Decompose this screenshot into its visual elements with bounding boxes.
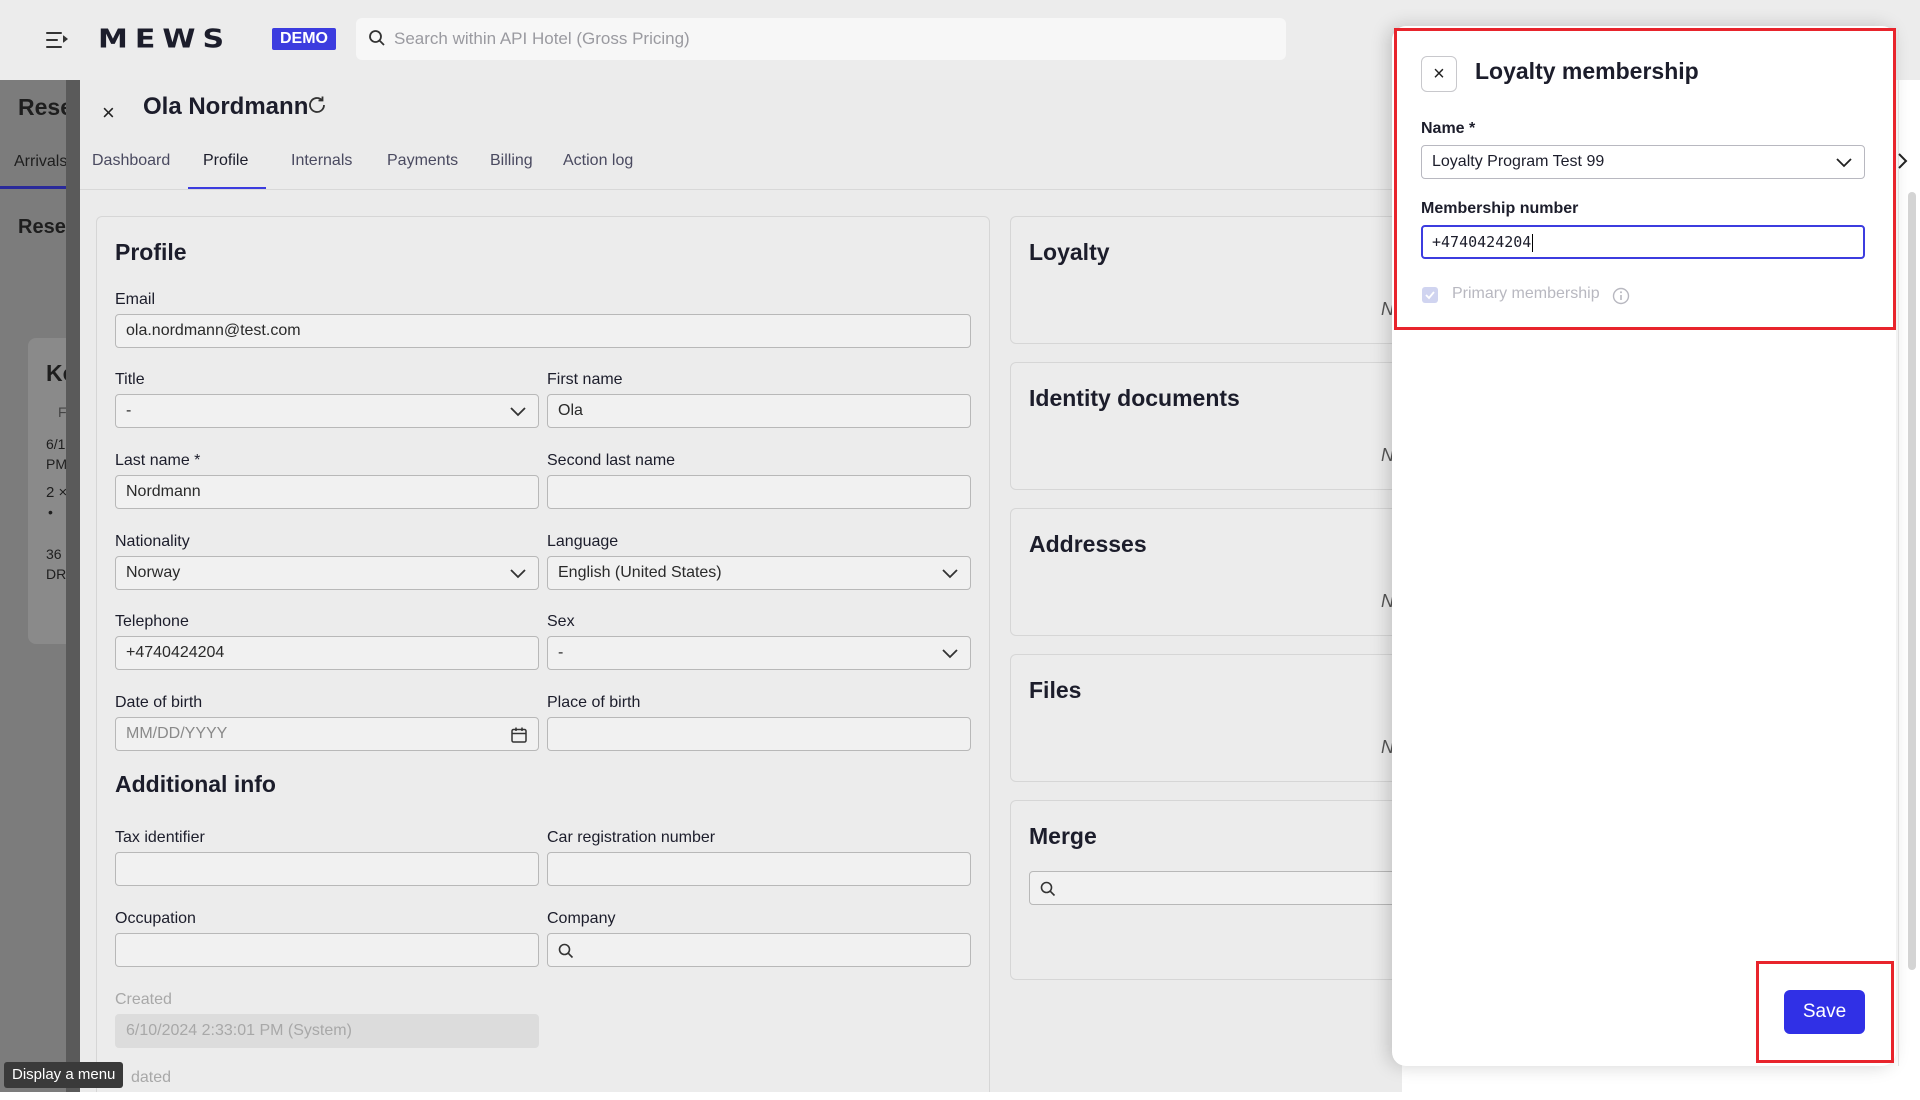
card-time: PM	[46, 456, 67, 472]
tab-underline	[0, 186, 66, 189]
background-page: Rese Arrivals Rese Ko Fi 6/1 PM 2 × • 36…	[0, 80, 80, 1092]
guest-name: Ola Nordmann	[143, 93, 309, 120]
global-search-input[interactable]: Search within API Hotel (Gross Pricing)	[356, 18, 1286, 60]
created-label: Created	[115, 991, 172, 1008]
second-last-name-field[interactable]	[547, 475, 971, 509]
chevron-down-icon	[942, 649, 958, 659]
search-placeholder: Search within API Hotel (Gross Pricing)	[394, 29, 690, 48]
company-search-field[interactable]	[547, 933, 971, 967]
card-date: 6/1	[46, 436, 66, 452]
created-field: 6/10/2024 2:33:01 PM (System)	[115, 1014, 539, 1048]
nationality-value: Norway	[126, 564, 181, 581]
nationality-select[interactable]: Norway	[115, 556, 539, 590]
tab-dashboard[interactable]: Dashboard	[92, 152, 170, 170]
menu-icon[interactable]	[44, 26, 72, 54]
chevron-down-icon	[510, 407, 526, 417]
bottom-strip	[0, 1092, 1920, 1100]
card-number: 36	[46, 546, 62, 562]
identity-documents-title: Identity documents	[1029, 385, 1240, 411]
pob-label: Place of birth	[547, 694, 641, 711]
first-name-field[interactable]: Ola	[547, 394, 971, 428]
nationality-label: Nationality	[115, 533, 190, 550]
language-label: Language	[547, 533, 619, 550]
search-icon	[369, 30, 385, 46]
chevron-down-icon	[942, 569, 958, 579]
demo-badge: DEMO	[272, 28, 336, 50]
chevron-down-icon	[510, 569, 526, 579]
dob-label: Date of birth	[115, 694, 203, 711]
loyalty-card: Loyalty N	[1010, 216, 1430, 344]
drawer-edge	[1898, 30, 1899, 1066]
addresses-title: Addresses	[1029, 531, 1147, 557]
tab-billing[interactable]: Billing	[490, 152, 533, 170]
tab-action-log[interactable]: Action log	[563, 152, 633, 170]
mews-logo[interactable]: MEWS	[98, 25, 231, 55]
tabs-divider	[80, 189, 1402, 190]
tax-label: Tax identifier	[115, 829, 205, 846]
first-name-label: First name	[547, 371, 623, 388]
identity-documents-card: Identity documents N	[1010, 362, 1430, 490]
title-select[interactable]: -	[115, 394, 539, 428]
telephone-label: Telephone	[115, 613, 189, 630]
car-label: Car registration number	[547, 829, 716, 846]
merge-title: Merge	[1029, 823, 1097, 849]
last-name-field[interactable]: Nordmann	[115, 475, 539, 509]
place-of-birth-field[interactable]	[547, 717, 971, 751]
language-select[interactable]: English (United States)	[547, 556, 971, 590]
profile-card: Profile Email ola.nordmann@test.com Titl…	[96, 216, 990, 1100]
title-value: -	[126, 402, 132, 419]
tab-payments[interactable]: Payments	[387, 152, 458, 170]
date-of-birth-field[interactable]: MM/DD/YYYY	[115, 717, 539, 751]
merge-search-field[interactable]	[1029, 871, 1431, 905]
search-icon	[558, 943, 574, 959]
close-profile-button[interactable]: ×	[102, 100, 115, 126]
tab-arrivals[interactable]: Arrivals	[14, 153, 67, 171]
background-heading: Rese	[18, 94, 73, 120]
language-value: English (United States)	[558, 564, 722, 581]
tax-identifier-field[interactable]	[115, 852, 539, 886]
email-field[interactable]: ola.nordmann@test.com	[115, 314, 971, 348]
car-registration-field[interactable]	[547, 852, 971, 886]
files-title: Files	[1029, 677, 1082, 703]
loyalty-title: Loyalty	[1029, 239, 1110, 265]
merge-card: Merge	[1010, 800, 1431, 980]
chevron-right-icon[interactable]	[1896, 152, 1908, 170]
card-code: DR	[46, 566, 67, 582]
calendar-icon[interactable]	[510, 726, 528, 744]
profile-section-title: Profile	[115, 239, 187, 265]
refresh-icon[interactable]	[306, 94, 328, 116]
additional-info-title: Additional info	[115, 771, 276, 797]
files-card: Files N	[1010, 654, 1430, 782]
background-subheading: Rese	[18, 216, 66, 238]
tab-profile[interactable]: Profile	[203, 152, 248, 170]
occupation-field[interactable]	[115, 933, 539, 967]
highlight-form-box	[1394, 28, 1896, 330]
sex-select[interactable]: -	[547, 636, 971, 670]
tab-internals[interactable]: Internals	[291, 152, 352, 170]
guest-profile-panel: × Ola Nordmann Dashboard Profile Interna…	[80, 80, 1431, 1100]
addresses-card: Addresses N	[1010, 508, 1430, 636]
highlight-save-box	[1756, 961, 1894, 1063]
company-label: Company	[547, 910, 616, 927]
updated-label: dated	[131, 1069, 172, 1086]
last-name-label: Last name *	[115, 452, 201, 469]
telephone-field[interactable]: +4740424204	[115, 636, 539, 670]
occupation-label: Occupation	[115, 910, 196, 927]
menu-tooltip: Display a menu	[4, 1062, 124, 1088]
search-icon	[1040, 881, 1056, 897]
scrollbar[interactable]	[1908, 192, 1916, 970]
dob-placeholder: MM/DD/YYYY	[126, 725, 228, 742]
second-last-name-label: Second last name	[547, 452, 676, 469]
sex-label: Sex	[547, 613, 575, 630]
title-label: Title	[115, 371, 145, 388]
card-count: 2 ×	[46, 484, 68, 501]
email-label: Email	[115, 291, 156, 308]
sex-value: -	[558, 644, 564, 661]
background-scrollbar	[66, 80, 80, 1092]
card-bullet: •	[48, 504, 53, 520]
